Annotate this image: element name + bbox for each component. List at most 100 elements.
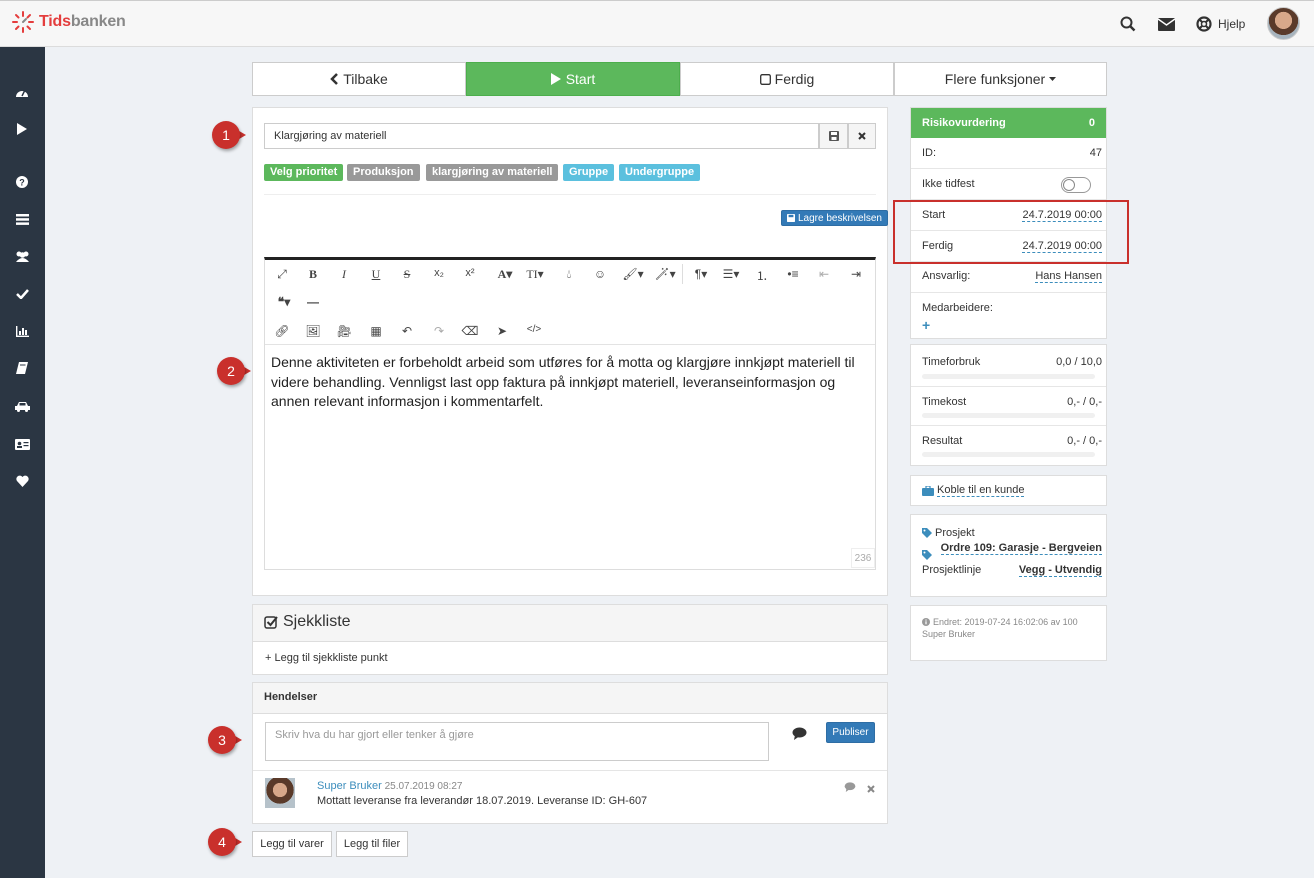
id-card-icon[interactable]	[13, 435, 31, 453]
projectline-label: Prosjektlinje	[922, 564, 982, 576]
checkbox-checked-icon	[264, 616, 278, 629]
table-icon[interactable]: ▦	[366, 324, 386, 338]
paragraph-dropdown-icon[interactable]: ¶▾	[689, 267, 713, 281]
indent-icon[interactable]: ⇥	[846, 267, 866, 281]
more-label: Flere funksjoner	[944, 71, 1046, 87]
back-button[interactable]: Tilbake	[252, 62, 466, 96]
save-description-button[interactable]: Lagre beskrivelsen	[781, 210, 888, 226]
dashboard-icon[interactable]	[13, 83, 31, 101]
cursor-icon[interactable]: ➤	[492, 324, 512, 338]
redo-icon[interactable]: ↷	[429, 324, 449, 338]
id-label: ID:	[922, 147, 937, 159]
users-icon[interactable]	[13, 247, 31, 265]
fullscreen-icon[interactable]: ⤢	[272, 267, 292, 282]
tag-icon	[922, 549, 932, 563]
risk-assessment-header[interactable]: Risikovurdering 0	[911, 108, 1106, 138]
time-usage-label: Timeforbruk	[922, 356, 981, 368]
code-view-icon[interactable]: </>	[524, 324, 544, 335]
event-author-link[interactable]: Super Bruker	[317, 780, 382, 792]
start-button[interactable]: Start	[466, 62, 680, 96]
book-icon[interactable]	[13, 359, 31, 377]
projectline-link[interactable]: Vegg - Utvendig	[1018, 564, 1102, 577]
add-coworker-icon[interactable]: +	[922, 317, 930, 333]
superscript-icon[interactable]: x²	[460, 267, 480, 279]
clear-title-button[interactable]	[848, 123, 876, 149]
magic-wand-dropdown-icon[interactable]: 🪄︎▾	[653, 267, 677, 281]
step-marker-1: 1	[212, 121, 248, 149]
car-icon[interactable]	[13, 397, 31, 415]
lifebuoy-icon	[1196, 16, 1212, 32]
tag-group[interactable]: Gruppe	[563, 164, 615, 181]
unscheduled-toggle[interactable]	[1061, 177, 1091, 193]
ink-drop-icon[interactable]: 💧︎	[559, 267, 579, 282]
save-description-label: Lagre beskrivelsen	[798, 212, 882, 224]
events-header	[253, 683, 887, 714]
user-avatar[interactable]	[1267, 7, 1300, 40]
link-icon[interactable]: 🔗︎	[272, 324, 292, 338]
done-label: Ferdig	[774, 71, 815, 87]
tag-priority[interactable]: Velg prioritet	[264, 164, 344, 181]
event-avatar	[265, 778, 295, 808]
bold-icon[interactable]: B	[303, 267, 323, 282]
bar-chart-icon[interactable]	[13, 322, 31, 340]
tag-production[interactable]: Produksjon	[347, 164, 420, 181]
eraser-icon[interactable]: ⌫	[460, 324, 480, 338]
project-link[interactable]: Ordre 109: Garasje - Bergveien	[940, 542, 1102, 555]
font-size-dropdown-icon[interactable]: TI▾	[522, 267, 548, 282]
strikethrough-icon[interactable]: S	[397, 267, 417, 282]
risk-value: 0	[1088, 117, 1095, 129]
app-logo[interactable]: Tidsbanken	[12, 11, 126, 33]
add-checklist-item-link[interactable]: + Legg til sjekkliste punkt	[265, 652, 388, 664]
step-marker-2: 2	[217, 357, 253, 385]
mail-icon[interactable]	[1157, 18, 1176, 34]
checkbox-icon	[759, 73, 771, 85]
add-items-button[interactable]: Legg til varer	[252, 831, 332, 857]
italic-icon[interactable]: I	[334, 267, 354, 282]
undo-icon[interactable]: ↶	[397, 324, 417, 338]
video-icon[interactable]: 🎥︎	[334, 324, 354, 338]
horizontal-rule-icon[interactable]: —	[303, 295, 323, 309]
save-title-button[interactable]	[819, 123, 848, 149]
ordered-list-icon[interactable]: ⒈	[752, 267, 772, 284]
publish-button[interactable]: Publiser	[826, 722, 875, 743]
list-icon[interactable]	[13, 210, 31, 228]
subscript-icon[interactable]: x₂	[429, 267, 449, 279]
description-text[interactable]: Denne aktiviteten er forbeholdt arbeid s…	[271, 353, 869, 412]
play-icon[interactable]	[13, 120, 31, 138]
heart-icon[interactable]	[13, 472, 31, 490]
event-time: 25.07.2019 08:27	[384, 781, 463, 792]
brush-dropdown-icon[interactable]: 🖌︎▾	[621, 267, 645, 281]
align-dropdown-icon[interactable]: ☰▾	[719, 267, 743, 281]
emoji-icon[interactable]: ☺	[590, 267, 610, 281]
search-icon[interactable]	[1120, 16, 1136, 35]
done-button[interactable]: Ferdig	[680, 62, 894, 96]
help-link[interactable]: Hjelp	[1196, 16, 1245, 32]
more-functions-dropdown[interactable]: Flere funksjoner	[894, 62, 1107, 96]
tag-activity[interactable]: klargjøring av materiell	[426, 164, 559, 181]
event-delete-icon[interactable]	[867, 782, 875, 796]
unordered-list-icon[interactable]: •≡	[783, 267, 803, 281]
quote-dropdown-icon[interactable]: ❝▾	[272, 295, 296, 309]
changed-info: Endret: 2019-07-24 16:02:06 av 100	[922, 617, 1078, 627]
responsible-link[interactable]: Hans Hansen	[1035, 270, 1102, 283]
outdent-icon[interactable]: ⇤	[814, 267, 834, 281]
event-comment-icon[interactable]	[844, 781, 856, 795]
question-icon[interactable]: ?	[13, 173, 31, 191]
task-title-value: Klargjøring av materiell	[274, 130, 387, 142]
character-count: 236	[851, 548, 875, 568]
result-bar	[922, 452, 1095, 457]
font-color-dropdown-icon[interactable]: A▾	[493, 267, 517, 282]
result-label: Resultat	[922, 435, 963, 447]
floppy-icon	[828, 131, 839, 141]
tag-subgroup[interactable]: Undergruppe	[619, 164, 701, 181]
comment-icon[interactable]	[792, 727, 807, 743]
connect-customer-label: Koble til en kunde	[937, 484, 1025, 497]
image-icon[interactable]: 🖼︎	[303, 324, 323, 338]
connect-customer-link[interactable]: Koble til en kunde	[922, 484, 1025, 497]
underline-icon[interactable]: U	[366, 267, 386, 282]
event-textarea[interactable]: Skriv hva du har gjort eller tenker å gj…	[265, 722, 769, 761]
task-title-input[interactable]: Klargjøring av materiell	[264, 123, 819, 149]
check-icon[interactable]	[13, 285, 31, 303]
add-files-button[interactable]: Legg til filer	[336, 831, 408, 857]
start-label: Start	[565, 71, 596, 87]
